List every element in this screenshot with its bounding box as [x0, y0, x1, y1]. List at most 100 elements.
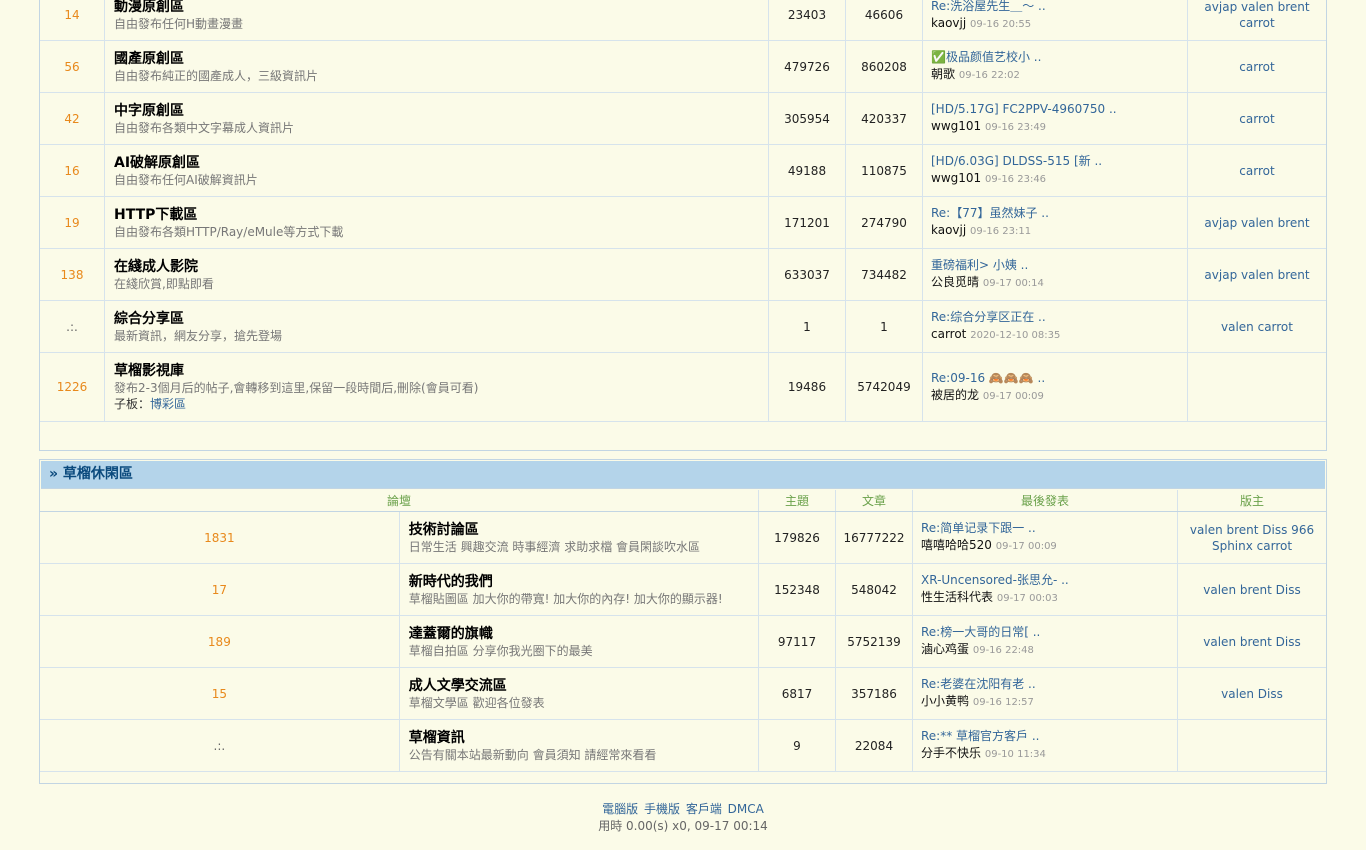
- forum-description: 自由發布各類中文字幕成人資訊片: [114, 120, 295, 135]
- moderators-cell: avjap valen brent: [1187, 248, 1326, 301]
- forum-row: 15 成人文學交流區 草榴文學區 歡迎各位發表 6817 357186 Re:老婆在沈阳有…: [40, 667, 1326, 720]
- moderators-cell: valen brent Diss: [1177, 563, 1326, 616]
- forum-cell: 達蓋爾的旗幟 草榴自拍區 分享你我光圈下的最美: [399, 615, 760, 668]
- last-post-time: 2020-12-10 08:35: [970, 330, 1061, 341]
- forum-name-link[interactable]: 技術討論區: [409, 521, 758, 539]
- forum-row: 138 在綫成人影院 在綫欣賞,即點即看 633037 734482 重磅福利> 小姨 .…: [40, 248, 1326, 301]
- last-post-link[interactable]: Re:【77】虽然妹子 ..: [931, 205, 1187, 222]
- last-post-cell: Re:09-16 🙈🙈🙈 .. 被居的龙 09-17 00:09: [922, 352, 1188, 422]
- forum-cell: HTTP下載區 自由發布各類HTTP/Ray/eMule等方式下載: [104, 196, 769, 249]
- last-post-link[interactable]: [HD/5.17G] FC2PPV-4960750 ..: [931, 101, 1187, 118]
- last-post-link[interactable]: Re:榜一大哥的日常[ ..: [921, 624, 1177, 641]
- last-post-author[interactable]: 滷心鸡蛋: [921, 642, 969, 656]
- last-post-author[interactable]: 朝歌: [931, 67, 955, 81]
- forum-cell: 在綫成人影院 在綫欣賞,即點即看: [104, 248, 769, 301]
- today-count: 56: [40, 40, 105, 93]
- post-count: 16777222: [835, 511, 913, 564]
- forum-name-link[interactable]: 中字原創區: [114, 102, 768, 120]
- footer-link-client[interactable]: 客戶端: [686, 802, 722, 816]
- footer-link-mobile[interactable]: 手機版: [644, 802, 680, 816]
- moderator-links[interactable]: carrot: [1188, 163, 1326, 179]
- last-post-link[interactable]: Re:09-16 🙈🙈🙈 ..: [931, 370, 1187, 387]
- last-post-cell: Re:榜一大哥的日常[ .. 滷心鸡蛋 09-16 22:48: [912, 615, 1178, 668]
- moderator-links[interactable]: carrot: [1188, 59, 1326, 75]
- forum-description: 自由發布各類HTTP/Ray/eMule等方式下載: [114, 224, 344, 239]
- last-post-link[interactable]: Re:老婆在沈阳有老 ..: [921, 676, 1177, 693]
- moderator-links[interactable]: avjap valen brent: [1188, 215, 1326, 231]
- forum-name-link[interactable]: 達蓋爾的旗幟: [409, 625, 758, 643]
- last-post-meta: wwg101 09-16 23:49: [931, 118, 1187, 136]
- forum-name-link[interactable]: 國產原創區: [114, 50, 768, 68]
- moderator-links[interactable]: valen carrot: [1188, 319, 1326, 335]
- forum-table-1: 14 動漫原創區 自由發布任何H動畫漫畫 23403 46606 Re:洗浴屋先生＿～ .…: [40, 0, 1326, 430]
- last-post-link[interactable]: XR-Uncensored-张思允- ..: [921, 572, 1177, 589]
- moderator-links[interactable]: carrot: [1188, 111, 1326, 127]
- last-post-link[interactable]: Re:综合分享区正在 ..: [931, 309, 1187, 326]
- forum-name-link[interactable]: 草榴資訊: [409, 729, 758, 747]
- last-post-meta: 分手不快乐 09-10 11:34: [921, 745, 1177, 763]
- footer-link-desktop[interactable]: 電腦版: [602, 802, 638, 816]
- forum-name-link[interactable]: AI破解原創區: [114, 154, 768, 172]
- moderator-links[interactable]: avjap valen brent: [1188, 267, 1326, 283]
- last-post-meta: wwg101 09-16 23:46: [931, 170, 1187, 188]
- last-post-link[interactable]: 重磅福利> 小姨 ..: [931, 257, 1187, 274]
- subforum-link[interactable]: 博彩區: [150, 397, 186, 411]
- moderators-cell: carrot: [1187, 144, 1326, 197]
- forum-cell: 新時代的我們 草榴貼圖區 加大你的帶寬! 加大你的內存! 加大你的顯示器!: [399, 563, 760, 616]
- forum-name-link[interactable]: HTTP下載區: [114, 206, 768, 224]
- last-post-author[interactable]: wwg101: [931, 119, 981, 133]
- last-post-author[interactable]: 公良觅晴: [931, 275, 979, 289]
- last-post-author[interactable]: 被居的龙: [931, 388, 979, 402]
- last-post-cell: [HD/6.03G] DLDSS-515 [新 .. wwg101 09-16 2…: [922, 144, 1188, 197]
- category-header[interactable]: » 草榴休閑區: [41, 461, 1325, 489]
- forum-cell: 中字原創區 自由發布各類中文字幕成人資訊片: [104, 92, 769, 145]
- last-post-time: 09-16 23:49: [984, 122, 1047, 133]
- moderator-links[interactable]: valen brent Diss: [1178, 582, 1326, 598]
- footer-link-dmca[interactable]: DMCA: [728, 802, 764, 816]
- last-post-author[interactable]: 嘻嘻哈哈520: [921, 538, 992, 552]
- footer-links: 電腦版 手機版 客戶端 DMCA: [0, 801, 1366, 818]
- forum-cell: 國產原創區 自由發布純正的國產成人，三級資訊片: [104, 40, 769, 93]
- last-post-author[interactable]: wwg101: [931, 171, 981, 185]
- last-post-cell: Re:老婆在沈阳有老 .. 小小黄鸭 09-16 12:57: [912, 667, 1178, 720]
- last-post-author[interactable]: 分手不快乐: [921, 746, 981, 760]
- forum-cell: 綜合分享區 最新資訊，網友分享，搶先登場: [104, 300, 769, 353]
- last-post-time: 09-17 00:09: [995, 541, 1057, 552]
- last-post-author[interactable]: kaovjj: [931, 223, 966, 237]
- last-post-author[interactable]: carrot: [931, 327, 966, 341]
- last-post-cell: XR-Uncensored-张思允- .. 性生活科代表 09-17 00:03: [912, 563, 1178, 616]
- moderator-links[interactable]: valen brent Diss: [1178, 634, 1326, 650]
- last-post-cell: 重磅福利> 小姨 .. 公良觅晴 09-17 00:14: [922, 248, 1188, 301]
- moderator-links[interactable]: valen Diss: [1178, 686, 1326, 702]
- moderators-cell: valen brent Diss: [1177, 615, 1326, 668]
- moderator-links[interactable]: avjap valen brent carrot: [1188, 0, 1326, 31]
- forum-description: 草榴文學區 歡迎各位發表: [408, 695, 545, 710]
- forum-row: .:. 綜合分享區 最新資訊，網友分享，搶先登場 1 1 Re:综合分享区正在 .. car…: [40, 300, 1326, 353]
- topic-count: 6817: [758, 667, 836, 720]
- last-post-author[interactable]: 性生活科代表: [921, 590, 993, 604]
- col-forum: 論壇: [40, 490, 759, 512]
- category-title[interactable]: » 草榴休閑區: [49, 466, 133, 482]
- forum-name-link[interactable]: 草榴影視庫: [114, 362, 768, 380]
- forum-name-link[interactable]: 在綫成人影院: [114, 258, 768, 276]
- last-post-link[interactable]: Re:** 草榴官方客戶 ..: [921, 728, 1177, 745]
- last-post-link[interactable]: Re:简单记录下跟一 ..: [921, 520, 1177, 537]
- last-post-link[interactable]: [HD/6.03G] DLDSS-515 [新 ..: [931, 153, 1187, 170]
- post-count: 46606: [845, 0, 923, 41]
- last-post-link[interactable]: Re:洗浴屋先生＿～ ..: [931, 0, 1187, 15]
- last-post-link[interactable]: ✅极品颜值艺校小 ..: [931, 49, 1187, 66]
- forum-name-link[interactable]: 新時代的我們: [409, 573, 758, 591]
- moderator-links[interactable]: valen brent Diss 966 Sphinx carrot: [1178, 522, 1326, 554]
- today-count: 189: [40, 615, 400, 668]
- last-post-author[interactable]: kaovjj: [931, 16, 966, 30]
- last-post-author[interactable]: 小小黄鸭: [921, 694, 969, 708]
- forum-name-link[interactable]: 成人文學交流區: [409, 677, 758, 695]
- forum-description: 自由發布任何AI破解資訊片: [114, 172, 258, 187]
- last-post-time: 09-17 00:09: [982, 390, 1044, 402]
- topic-count: 97117: [758, 615, 836, 668]
- moderators-cell: valen brent Diss 966 Sphinx carrot: [1177, 511, 1326, 564]
- subforum-line: 子板：博彩區: [114, 396, 768, 412]
- forum-name-link[interactable]: 綜合分享區: [114, 310, 768, 328]
- forum-name-link[interactable]: 動漫原創區: [114, 0, 768, 16]
- page-footer: 電腦版 手機版 客戶端 DMCA 用時 0.00(s) x0, 09-17 00…: [0, 801, 1366, 835]
